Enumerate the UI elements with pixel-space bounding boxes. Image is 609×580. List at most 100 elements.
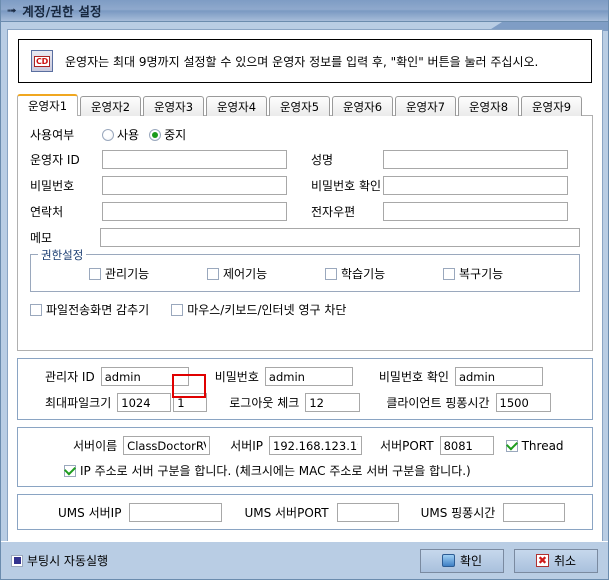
password-confirm-label: 비밀번호 확인 <box>311 179 382 193</box>
admin-password-input[interactable] <box>264 367 353 386</box>
tab-operator-8[interactable]: 운영자8 <box>458 96 519 116</box>
checkbox-icon <box>207 267 219 280</box>
ok-button[interactable]: 확인 <box>420 548 504 573</box>
tab-label: 운영자5 <box>279 99 320 114</box>
ums-row: UMS 서버IP UMS 서버PORT UMS 핑퐁시간 <box>18 503 592 522</box>
checkbox-permission-restore[interactable]: 복구기능 <box>443 265 561 282</box>
ums-pingpong-label: UMS 핑퐁시간 <box>420 506 496 520</box>
cd-icon-label: CD <box>34 55 50 67</box>
operator-id-row: 운영자 ID 성명 <box>30 150 580 169</box>
checkbox-label: 관리기능 <box>105 267 150 281</box>
name-label: 성명 <box>311 153 334 167</box>
checkbox-label: 부팅시 자동실행 <box>27 554 109 568</box>
checkbox-icon <box>443 267 455 280</box>
account-permission-settings-window: ➟ 계정/권한 설정 CD 운영자는 최대 9명까지 설정할 수 있으며 운영자… <box>0 0 609 580</box>
checkbox-block-input-internet[interactable]: 마우스/키보드/인터넷 영구 차단 <box>171 301 346 318</box>
tab-label: 운영자1 <box>27 99 68 113</box>
server-ip-input[interactable] <box>269 436 363 455</box>
email-input[interactable] <box>383 202 568 221</box>
password-confirm-input[interactable] <box>383 176 568 195</box>
max-filesize-label: 최대파일크기 <box>45 396 112 410</box>
server-ip-distinguish-row: IP 주소로 서버 구분을 합니다. (체크시에는 MAC 주소로 서버 구분을… <box>18 462 592 479</box>
operator-tab-panel: 사용여부 사용 중지 운영자 ID 성명 비밀번호 비밀번호 확인 연락처 전자… <box>17 115 593 351</box>
ums-server-port-input[interactable] <box>336 503 399 522</box>
permission-legend: 권한설정 <box>38 247 87 263</box>
cd-icon: CD <box>31 50 53 72</box>
contact-label: 연락처 <box>30 205 64 219</box>
password-label: 비밀번호 <box>30 179 75 193</box>
dialog-content: CD 운영자는 최대 9명까지 설정할 수 있으며 운영자 정보를 입력 후, … <box>7 29 603 574</box>
tab-operator-9[interactable]: 운영자9 <box>521 96 582 116</box>
logout-check-label: 로그아웃 체크 <box>229 396 300 410</box>
checkbox-label: 제어기능 <box>223 267 268 281</box>
tab-operator-6[interactable]: 운영자6 <box>332 96 393 116</box>
tab-operator-3[interactable]: 운영자3 <box>143 96 204 116</box>
checkbox-icon <box>64 464 76 477</box>
tab-operator-1[interactable]: 운영자1 <box>17 94 78 116</box>
tab-label: 운영자7 <box>405 99 446 114</box>
contact-input[interactable] <box>102 202 287 221</box>
admin-password-label: 비밀번호 <box>214 370 259 384</box>
operator-tabstrip: 운영자1 운영자2 운영자3 운영자4 운영자5 운영자6 운영자7 운영자8 … <box>17 94 593 116</box>
password-input[interactable] <box>102 176 287 195</box>
checkbox-ip-distinguish[interactable]: IP 주소로 서버 구분을 합니다. (체크시에는 MAC 주소로 서버 구분을… <box>64 462 471 479</box>
server-port-label: 서버PORT <box>380 439 434 453</box>
tab-operator-7[interactable]: 운영자7 <box>395 96 456 116</box>
checkbox-label: 복구기능 <box>459 267 504 281</box>
cancel-button-label: 취소 <box>553 554 577 568</box>
server-connection-row: 서버이름 서버IP 서버PORT Thread <box>18 436 592 455</box>
server-port-input[interactable] <box>439 436 494 455</box>
checkbox-permission-learning[interactable]: 학습기능 <box>325 265 443 282</box>
usage-row: 사용여부 사용 중지 <box>30 126 580 143</box>
window-titlebar: ➟ 계정/권한 설정 <box>1 0 608 22</box>
radio-icon-selected <box>149 128 162 141</box>
ums-server-ip-input[interactable] <box>129 503 223 522</box>
name-input[interactable] <box>383 150 568 169</box>
checkbox-icon <box>30 303 42 316</box>
tab-operator-4[interactable]: 운영자4 <box>206 96 267 116</box>
memo-input[interactable] <box>100 228 580 247</box>
admin-password-confirm-label: 비밀번호 확인 <box>378 370 449 384</box>
radio-usage-stop[interactable]: 중지 <box>149 126 186 143</box>
admin-id-label: 관리자 ID <box>45 370 95 384</box>
radio-usage-use[interactable]: 사용 <box>102 126 139 143</box>
password-row: 비밀번호 비밀번호 확인 <box>30 176 580 195</box>
server-name-input[interactable] <box>123 436 211 455</box>
radio-label-use: 사용 <box>117 128 140 142</box>
email-label: 전자우편 <box>311 205 356 219</box>
checkbox-hide-filetransfer-screen[interactable]: 파일전송화면 감추기 <box>30 301 149 318</box>
checkbox-icon <box>325 267 337 280</box>
permission-checkbox-row: 관리기능 제어기능 학습기능 복구기능 <box>31 265 579 282</box>
operator-id-label: 운영자 ID <box>30 153 80 167</box>
checkbox-thread[interactable]: Thread <box>505 438 564 453</box>
logout-check-input[interactable] <box>305 393 361 412</box>
client-pingpong-label: 클라이언트 핑퐁시간 <box>386 396 490 410</box>
memo-row: 메모 <box>30 228 580 247</box>
ums-pingpong-input[interactable] <box>503 503 566 522</box>
cancel-button[interactable]: ✖ 취소 <box>514 548 598 573</box>
window-menu-icon[interactable]: ➟ <box>7 5 17 16</box>
operator-id-input[interactable] <box>102 150 287 169</box>
page-title: 계정/권한 설정 <box>22 4 102 19</box>
contact-row: 연락처 전자우편 <box>30 202 580 221</box>
checkbox-permission-control[interactable]: 제어기능 <box>207 265 325 282</box>
dialog-footer: 부팅시 자동실행 확인 ✖ 취소 <box>1 541 608 579</box>
admin-settings-panel: 관리자 ID 비밀번호 비밀번호 확인 최대파일크기 로그아웃 체크 클라이언트… <box>17 358 593 420</box>
checkbox-label: IP 주소로 서버 구분을 합니다. (체크시에는 MAC 주소로 서버 구분을… <box>80 464 471 478</box>
max-filesize-unit-input[interactable] <box>173 393 208 412</box>
checkbox-icon <box>171 303 184 316</box>
admin-limits-row: 최대파일크기 로그아웃 체크 클라이언트 핑퐁시간 <box>18 393 592 412</box>
client-pingpong-input[interactable] <box>495 393 551 412</box>
checkbox-icon <box>505 439 518 452</box>
tab-operator-2[interactable]: 운영자2 <box>80 96 141 116</box>
admin-id-input[interactable] <box>100 367 189 386</box>
checkbox-permission-manage[interactable]: 관리기능 <box>89 265 207 282</box>
checkbox-autostart-on-boot[interactable]: 부팅시 자동실행 <box>11 552 108 569</box>
tab-operator-5[interactable]: 운영자5 <box>269 96 330 116</box>
max-filesize-input[interactable] <box>117 393 172 412</box>
checkbox-label: Thread <box>521 438 564 453</box>
admin-password-confirm-input[interactable] <box>454 367 543 386</box>
info-banner: CD 운영자는 최대 9명까지 설정할 수 있으며 운영자 정보를 입력 후, … <box>18 39 592 83</box>
permission-fieldset: 권한설정 관리기능 제어기능 학습기능 복구기능 <box>30 247 580 292</box>
tab-label: 운영자4 <box>216 99 257 114</box>
